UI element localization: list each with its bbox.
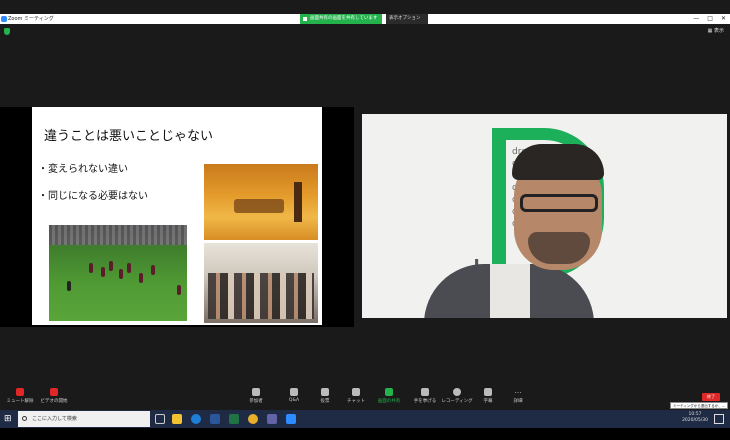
edge-icon[interactable] [191, 414, 201, 424]
end-meeting-button[interactable]: 終了 [702, 393, 720, 401]
participants-button[interactable]: 参加者 [236, 388, 276, 404]
word-icon[interactable] [210, 414, 220, 424]
more-icon: … [514, 387, 522, 395]
slide-title: 違うことは悪いことじゃない [44, 129, 214, 144]
cc-icon [484, 388, 492, 396]
meeting-toolbar: ミュート解除 ビデオの開始 参加者 Q&A 投票 チャット 画面の共有 手を挙げ… [0, 386, 730, 410]
record-icon [453, 388, 461, 396]
meeting-area: ▦ 表示 違うことは悪いことじゃない ・変えられない違い ・同じになる必要はない [0, 24, 730, 386]
screen: Zoom ミーティング 画面共有の画面を共有しています 表示オプション — □ … [0, 0, 730, 440]
system-clock[interactable]: 10:57 2020/05/30 [682, 412, 708, 424]
video-off-icon [50, 388, 58, 396]
file-explorer-icon[interactable] [172, 414, 182, 424]
encryption-shield-icon[interactable] [4, 28, 10, 35]
stop-share-icon [303, 17, 307, 21]
end-tooltip: ミーティングから退出するか、... [670, 402, 728, 409]
gallery-view-label: 表示 [713, 28, 724, 34]
window-controls: — □ ✕ [693, 14, 726, 24]
maximize-button[interactable]: □ [707, 14, 713, 24]
group-photo [204, 243, 318, 323]
zoom-logo-icon [1, 16, 7, 22]
mic-muted-icon [16, 388, 24, 396]
share-screen-button[interactable]: 画面の共有 [369, 388, 409, 404]
poll-icon [321, 388, 329, 396]
share-banner[interactable]: 画面共有の画面を共有しています [300, 14, 382, 24]
wheelchair-gym-photo [204, 164, 318, 240]
excel-icon[interactable] [229, 414, 239, 424]
speaker-video[interactable]: dream disab da d d d d be d [362, 114, 727, 318]
minimize-button[interactable]: — [693, 14, 699, 24]
search-icon [22, 416, 27, 421]
rugby-photo [49, 225, 187, 321]
share-screen-icon [385, 388, 393, 396]
windows-start-icon[interactable]: ⊞ [4, 414, 14, 424]
chrome-icon[interactable] [248, 414, 258, 424]
more-button[interactable]: … 詳細 [498, 387, 538, 405]
glasses [520, 194, 598, 212]
slide-bullet: ・同じになる必要はない [38, 191, 148, 202]
slide-bullet: ・変えられない違い [38, 164, 128, 175]
title-bar: Zoom ミーティング 画面共有の画面を共有しています 表示オプション — □ … [0, 14, 730, 24]
app-title: Zoom ミーティング [8, 16, 54, 22]
taskbar-search-input[interactable]: ここに入力して検索 [18, 411, 150, 427]
gallery-view-button[interactable]: ▦ 表示 [708, 27, 724, 34]
notification-icon[interactable] [714, 414, 724, 424]
task-view-icon[interactable] [155, 414, 165, 424]
raise-hand-icon [421, 388, 429, 396]
start-video-button[interactable]: ビデオの開始 [34, 388, 74, 404]
windows-taskbar: ⊞ ここに入力して検索 10:57 2020/05/30 [0, 410, 730, 428]
view-options-button[interactable]: 表示オプション [386, 14, 428, 24]
close-button[interactable]: ✕ [721, 14, 726, 24]
zoom-taskbar-icon[interactable] [286, 414, 296, 424]
teams-icon[interactable] [267, 414, 277, 424]
share-banner-label: 画面共有の画面を共有しています [310, 16, 378, 21]
shared-screen[interactable]: 違うことは悪いことじゃない ・変えられない違い ・同じになる必要はない [0, 107, 354, 327]
presentation-slide: 違うことは悪いことじゃない ・変えられない違い ・同じになる必要はない [32, 107, 322, 325]
chat-icon [352, 388, 360, 396]
participants-icon [252, 388, 260, 396]
qa-icon [290, 388, 298, 396]
